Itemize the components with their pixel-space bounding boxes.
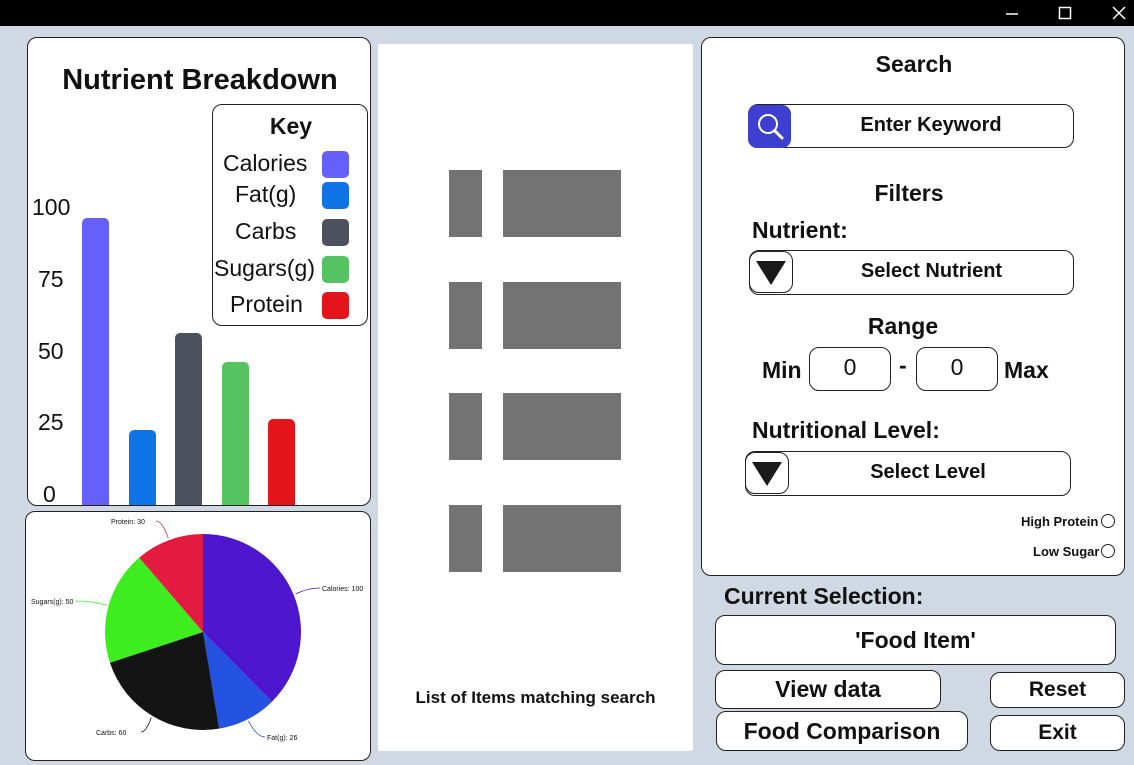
legend-label: Fat(g): [235, 181, 297, 207]
low-sugar-label: Low Sugar: [1033, 544, 1100, 559]
search-icon: [757, 113, 783, 139]
max-range-input[interactable]: 0: [916, 347, 998, 391]
level-select-value: Select Level: [870, 461, 986, 483]
item-thumbnail-placeholder: [449, 170, 482, 237]
search-results-list: List of Items matching search: [378, 44, 693, 751]
list-item[interactable]: [449, 281, 621, 349]
nutrient-bar-chart: Nutrient Breakdown 0 25 50 75 100 Key Calori…: [27, 37, 371, 507]
filters-title: Filters: [874, 180, 944, 206]
item-text-placeholder: [503, 281, 621, 349]
max-value: 0: [950, 354, 964, 380]
legend-swatch: [322, 256, 349, 283]
legend-swatch: [322, 219, 349, 246]
pie-leader-line: [248, 720, 266, 738]
legend-label: Sugars(g): [214, 255, 315, 281]
nutrient-pie-chart: Calories: 100 Fat(g): 26 Carbs: 60 Sugars(g…: [25, 511, 371, 761]
maximize-button[interactable]: [1040, 0, 1090, 26]
chevron-down-icon: [752, 462, 782, 486]
nutritional-level-select[interactable]: Select Level: [745, 451, 1071, 496]
low-sugar-radio[interactable]: [1101, 544, 1115, 558]
search-button[interactable]: [748, 105, 791, 148]
current-selection-label: Current Selection:: [724, 583, 924, 609]
maximize-icon: [1058, 6, 1072, 20]
y-tick-label: 100: [32, 194, 71, 220]
search-title: Search: [875, 51, 953, 77]
legend-swatch: [322, 151, 349, 178]
list-caption: List of Items matching search: [415, 688, 656, 707]
window-titlebar: [0, 0, 1134, 26]
pie-chart-svg: Calories: 100 Fat(g): 26 Carbs: 60 Sugars(g…: [31, 519, 363, 742]
bar-protein: [268, 418, 295, 505]
pie-label: Calories: 100: [322, 586, 363, 593]
list-item[interactable]: [449, 504, 621, 572]
chevron-down-icon: [756, 261, 786, 285]
range-title: Range: [867, 313, 939, 339]
current-selection-display: 'Food Item': [715, 615, 1116, 665]
legend-label: Calories: [223, 150, 308, 176]
high-protein-label: High Protein: [1021, 514, 1099, 529]
legend-swatch: [322, 182, 349, 209]
bar-fatg: [128, 430, 156, 505]
chart-title: Nutrient Breakdown: [62, 64, 338, 96]
bar-sugarsg: [221, 361, 249, 505]
view-data-button[interactable]: View data: [715, 670, 941, 709]
item-text-placeholder: [503, 393, 621, 460]
nutrient-select-value: Select Nutrient: [860, 260, 1003, 282]
legend-label: Carbs: [235, 218, 297, 244]
legend-label: Protein: [230, 291, 303, 317]
item-thumbnail-placeholder: [449, 393, 482, 460]
pie-label: Fat(g): 26: [267, 735, 297, 742]
minimize-button[interactable]: [987, 0, 1037, 26]
exit-button[interactable]: Exit: [990, 715, 1125, 751]
range-separator: -: [899, 352, 907, 378]
nutrient-dropdown-toggle[interactable]: [749, 251, 793, 293]
chart-legend: Key Calories Fat(g) Carbs Sugars(g) Protein: [212, 104, 368, 326]
item-text-placeholder: [503, 504, 621, 572]
level-dropdown-toggle[interactable]: [745, 452, 789, 494]
nutritional-level-label: Nutritional Level:: [752, 417, 940, 443]
keyword-placeholder: Enter Keyword: [860, 114, 1002, 136]
y-tick-label: 50: [38, 337, 64, 364]
high-protein-radio[interactable]: [1101, 514, 1115, 528]
min-value: 0: [843, 354, 857, 380]
close-window-button[interactable]: [1094, 0, 1134, 26]
keyword-search-input[interactable]: Enter Keyword: [748, 104, 1074, 148]
pie-label: Sugars(g): 50: [31, 599, 74, 606]
max-label: Max: [1004, 357, 1049, 383]
min-range-input[interactable]: 0: [809, 347, 891, 391]
nutrient-label: Nutrient:: [752, 217, 848, 243]
min-label: Min: [762, 357, 802, 383]
pie-leader-line: [155, 520, 169, 539]
food-comparison-button[interactable]: Food Comparison: [716, 711, 968, 751]
pie-leader-line: [75, 600, 107, 606]
pie-label: Carbs: 60: [96, 730, 126, 737]
reset-button[interactable]: Reset: [990, 672, 1125, 708]
close-icon: [1112, 6, 1126, 20]
pie-label: Protein: 30: [111, 519, 145, 526]
search-panel: Search Enter Keyword Filters Nutrient: S…: [701, 37, 1125, 576]
item-thumbnail-placeholder: [449, 504, 482, 572]
nutrient-select[interactable]: Select Nutrient: [749, 250, 1074, 295]
legend-swatch: [322, 292, 349, 319]
minimize-icon: [1006, 13, 1018, 15]
item-thumbnail-placeholder: [449, 281, 482, 349]
list-item[interactable]: [449, 170, 621, 237]
pie-leader-line: [140, 717, 152, 733]
legend-title: Key: [269, 113, 313, 139]
list-item[interactable]: [449, 393, 621, 460]
y-tick-label: 25: [38, 409, 64, 436]
bar-calories: [82, 218, 109, 505]
item-text-placeholder: [503, 170, 621, 237]
bar-carbs: [175, 332, 202, 505]
pie-leader-line: [295, 587, 321, 595]
y-tick-label: 75: [38, 265, 64, 292]
y-tick-label: 0: [43, 481, 56, 507]
